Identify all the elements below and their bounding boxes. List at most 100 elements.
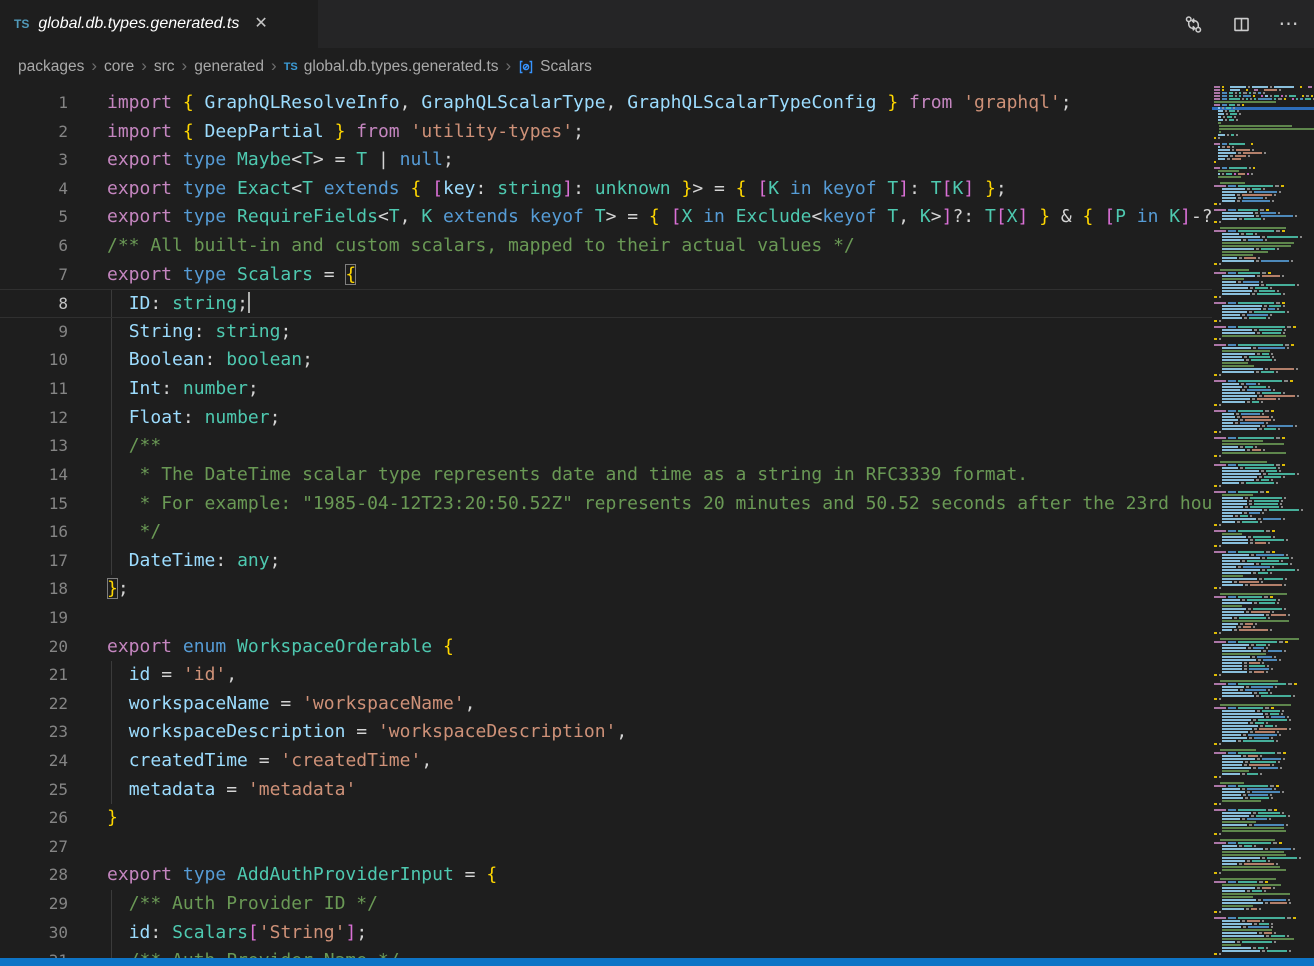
split-editor-icon[interactable] <box>1230 13 1252 35</box>
minimap-line <box>1212 617 1314 619</box>
line-number[interactable]: 15 <box>0 490 68 519</box>
minimap-line <box>1212 302 1314 304</box>
line-number[interactable]: 28 <box>0 861 68 890</box>
code-line[interactable]: 11 Int: number; <box>0 375 1212 404</box>
tab-global-db-types[interactable]: TS global.db.types.generated.ts ✕ <box>0 0 318 48</box>
code-line[interactable]: 26} <box>0 804 1212 833</box>
code-line[interactable]: 20export enum WorkspaceOrderable { <box>0 633 1212 662</box>
code-line[interactable]: 23 workspaceDescription = 'workspaceDesc… <box>0 718 1212 747</box>
line-number[interactable]: 23 <box>0 718 68 747</box>
minimap-line <box>1212 182 1314 184</box>
code-line[interactable]: 9 String: string; <box>0 318 1212 347</box>
open-changes-icon[interactable] <box>1182 13 1204 35</box>
minimap-line <box>1212 794 1314 796</box>
minimap[interactable] <box>1212 86 1314 958</box>
line-number[interactable]: 16 <box>0 518 68 547</box>
code-line[interactable]: 24 createdTime = 'createdTime', <box>0 747 1212 776</box>
minimap-line <box>1212 920 1314 922</box>
minimap-line <box>1212 605 1314 607</box>
code-line[interactable]: 5export type RequireFields<T, K extends … <box>0 203 1212 232</box>
line-number[interactable]: 19 <box>0 604 68 633</box>
minimap-line <box>1212 914 1314 916</box>
minimap-line <box>1212 455 1314 457</box>
line-number[interactable]: 3 <box>0 146 68 175</box>
line-number[interactable]: 14 <box>0 461 68 490</box>
line-number[interactable]: 31 <box>0 947 68 958</box>
line-number[interactable]: 5 <box>0 203 68 232</box>
line-number[interactable]: 11 <box>0 375 68 404</box>
code-line[interactable]: 30 id: Scalars['String']; <box>0 919 1212 948</box>
breadcrumb-item-core[interactable]: core <box>104 58 134 76</box>
code-line[interactable]: 16 */ <box>0 518 1212 547</box>
line-number[interactable]: 4 <box>0 175 68 204</box>
line-number[interactable]: 30 <box>0 919 68 948</box>
line-number[interactable]: 6 <box>0 232 68 261</box>
more-actions-icon[interactable]: ⋯ <box>1278 13 1300 35</box>
close-icon[interactable]: ✕ <box>254 16 267 32</box>
minimap-line <box>1212 317 1314 319</box>
line-number[interactable]: 21 <box>0 661 68 690</box>
line-number[interactable]: 2 <box>0 118 68 147</box>
minimap-line <box>1212 152 1314 154</box>
minimap-line <box>1212 260 1314 262</box>
indent-guide <box>111 461 112 490</box>
line-number[interactable]: 22 <box>0 690 68 719</box>
line-number[interactable]: 9 <box>0 318 68 347</box>
line-number[interactable]: 25 <box>0 776 68 805</box>
minimap-line <box>1212 248 1314 250</box>
code-line[interactable]: 7export type Scalars = { <box>0 261 1212 290</box>
breadcrumb-item-src[interactable]: src <box>154 58 175 76</box>
line-number[interactable]: 18 <box>0 575 68 604</box>
code-line[interactable]: 13 /** <box>0 432 1212 461</box>
breadcrumb-item-global-db-types-generated-ts[interactable]: TSglobal.db.types.generated.ts <box>284 58 499 76</box>
code-line[interactable]: 6/** All built-in and custom scalars, ma… <box>0 232 1212 261</box>
code-line[interactable]: 1import { GraphQLResolveInfo, GraphQLSca… <box>0 89 1212 118</box>
line-number[interactable]: 10 <box>0 346 68 375</box>
code-line[interactable]: 22 workspaceName = 'workspaceName', <box>0 690 1212 719</box>
code-line[interactable]: 12 Float: number; <box>0 404 1212 433</box>
breadcrumb-item-generated[interactable]: generated <box>194 58 264 76</box>
minimap-line <box>1212 887 1314 889</box>
code-line[interactable]: 3export type Maybe<T> = T | null; <box>0 146 1212 175</box>
minimap-line <box>1212 860 1314 862</box>
minimap-line <box>1212 404 1314 406</box>
code-line[interactable]: 2import { DeepPartial } from 'utility-ty… <box>0 118 1212 147</box>
line-number[interactable]: 29 <box>0 890 68 919</box>
breadcrumb-separator: › <box>182 56 188 76</box>
code-line[interactable]: 21 id = 'id', <box>0 661 1212 690</box>
breadcrumb-label: src <box>154 58 175 76</box>
code-line[interactable]: 25 metadata = 'metadata' <box>0 776 1212 805</box>
line-number[interactable]: 8 <box>0 290 68 319</box>
code-area[interactable]: 1import { GraphQLResolveInfo, GraphQLSca… <box>0 86 1212 958</box>
code-line[interactable]: 14 * The DateTime scalar type represents… <box>0 461 1212 490</box>
line-number[interactable]: 27 <box>0 833 68 862</box>
breadcrumb-item-scalars[interactable]: Scalars <box>518 58 592 76</box>
minimap-line <box>1212 368 1314 370</box>
code-line[interactable]: 8 ID: string; <box>0 289 1212 318</box>
minimap-line <box>1212 752 1314 754</box>
breadcrumb-item-packages[interactable]: packages <box>18 58 84 76</box>
code-line[interactable]: 28export type AddAuthProviderInput = { <box>0 861 1212 890</box>
minimap-line <box>1212 890 1314 892</box>
code-line[interactable]: 27 <box>0 833 1212 862</box>
line-number[interactable]: 1 <box>0 89 68 118</box>
minimap-line <box>1212 851 1314 853</box>
code-line[interactable]: 17 DateTime: any; <box>0 547 1212 576</box>
code-line[interactable]: 31 /** Auth Provider Name */ <box>0 947 1212 958</box>
line-number[interactable]: 7 <box>0 261 68 290</box>
line-number[interactable]: 20 <box>0 633 68 662</box>
minimap-line <box>1212 674 1314 676</box>
code-line[interactable]: 19 <box>0 604 1212 633</box>
code-line[interactable]: 29 /** Auth Provider ID */ <box>0 890 1212 919</box>
line-number[interactable]: 17 <box>0 547 68 576</box>
line-number[interactable]: 13 <box>0 432 68 461</box>
code-line[interactable]: 4export type Exact<T extends { [key: str… <box>0 175 1212 204</box>
code-line[interactable]: 15 * For example: "1985-04-12T23:20:50.5… <box>0 490 1212 519</box>
code-line[interactable]: 18}; <box>0 575 1212 604</box>
status-bar <box>0 958 1314 966</box>
line-number[interactable]: 24 <box>0 747 68 776</box>
line-number[interactable]: 26 <box>0 804 68 833</box>
text-cursor <box>248 292 250 313</box>
line-number[interactable]: 12 <box>0 404 68 433</box>
code-line[interactable]: 10 Boolean: boolean; <box>0 346 1212 375</box>
